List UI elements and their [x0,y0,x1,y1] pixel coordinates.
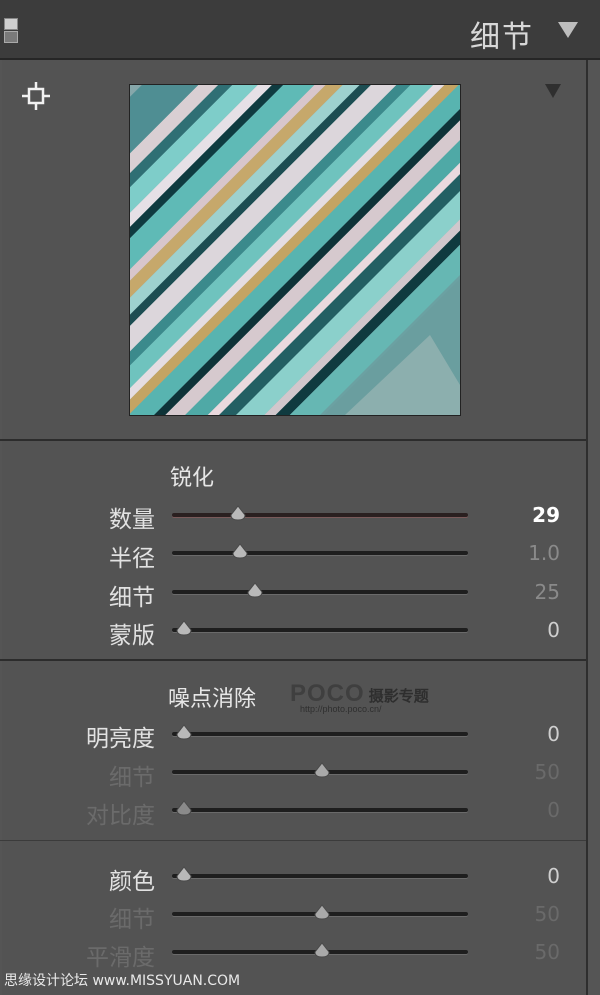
watermark-url: http://photo.poco.cn/ [300,704,382,714]
section-divider [0,840,586,841]
sharpen-detail-value[interactable]: 25 [535,580,560,604]
preview-menu-icon[interactable] [545,84,561,98]
color-label: 颜色 [109,869,155,895]
sharpening-title: 锐化 [170,466,215,491]
luminance-detail-label: 细节 [109,765,155,791]
color-detail-value[interactable]: 50 [535,902,560,926]
collapse-triangle-icon[interactable] [558,22,578,38]
color-value[interactable]: 0 [547,864,560,888]
panel-title: 细节 [470,20,534,55]
section-divider [0,439,586,441]
slider-thumb-icon[interactable] [176,620,192,636]
luminance-contrast-slider[interactable] [172,800,468,816]
color-smoothness-value[interactable]: 50 [535,940,560,964]
slider-thumb-icon[interactable] [176,800,192,816]
slider-thumb-icon[interactable] [232,543,248,559]
slider-thumb-icon[interactable] [314,942,330,958]
sharpen-masking-value[interactable]: 0 [547,618,560,642]
sharpen-radius-slider[interactable] [172,543,468,559]
color-smoothness-label: 平滑度 [86,945,155,971]
detail-preview-image[interactable] [129,84,461,416]
section-divider [0,659,586,661]
slider-thumb-icon[interactable] [247,582,263,598]
color-detail-label: 细节 [109,907,155,933]
noise-reduction-title: 噪点消除 [168,687,257,712]
slider-thumb-icon[interactable] [176,866,192,882]
slider-thumb-icon[interactable] [314,762,330,778]
sharpen-radius-label: 半径 [109,546,155,572]
color-slider[interactable] [172,866,468,882]
luminance-contrast-value[interactable]: 0 [547,798,560,822]
sharpen-masking-label: 蒙版 [109,623,155,649]
sharpen-detail-label: 细节 [109,585,155,611]
luminance-contrast-label: 对比度 [86,803,155,829]
slider-thumb-icon[interactable] [176,724,192,740]
slider-thumb-icon[interactable] [314,904,330,920]
sharpen-masking-slider[interactable] [172,620,468,636]
sharpen-amount-label: 数量 [109,507,155,533]
watermark-brand-cn: 摄影专题 [368,687,429,705]
luminance-label: 明亮度 [86,726,155,752]
panel-header[interactable]: 细节 [0,0,600,60]
sharpen-radius-value[interactable]: 1.0 [528,541,560,565]
luminance-slider[interactable] [172,724,468,740]
crosshair-icon[interactable] [20,80,52,112]
panel-toggle-icon[interactable] [4,18,18,44]
sharpen-detail-slider[interactable] [172,582,468,598]
sharpen-amount-slider[interactable] [172,505,468,521]
poco-watermark: POCO 摄影专题 http://photo.poco.cn/ [290,680,429,714]
detail-panel: 细节 锐化 数量 29 半径 1.0 细节 25 蒙版 0 噪点消除 POCO … [0,0,600,995]
luminance-detail-value[interactable]: 50 [535,760,560,784]
footer-credit: 思缘设计论坛 www.MISSYUAN.COM [4,973,241,989]
luminance-value[interactable]: 0 [547,722,560,746]
sharpen-amount-value[interactable]: 29 [532,503,560,527]
watermark-brand: POCO [290,680,365,707]
slider-thumb-icon[interactable] [230,505,246,521]
luminance-detail-slider[interactable] [172,762,468,778]
color-detail-slider[interactable] [172,904,468,920]
color-smoothness-slider[interactable] [172,942,468,958]
